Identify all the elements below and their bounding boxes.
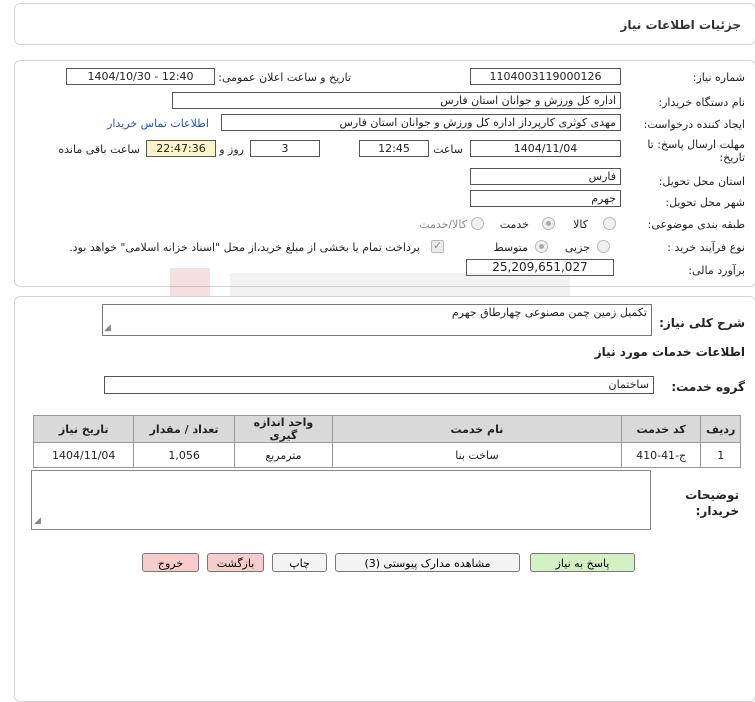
buyer-notes-label: توضیحات bbox=[685, 488, 739, 502]
creator-field: مهدی کوثری کارپرداز اداره کل ورزش و جوان… bbox=[221, 114, 621, 131]
cell-service-code: ج-41-410 bbox=[620, 442, 702, 468]
deadline-time-field: 12:45 bbox=[359, 140, 429, 157]
category-radio-service[interactable] bbox=[542, 217, 555, 230]
category-option-goods-service: کالا/خدمت bbox=[419, 218, 467, 231]
days-remaining-field: 3 bbox=[250, 140, 320, 157]
bottom-button-bar: پاسخ به نیاز مشاهده مدارک پیوستی (3) چاپ… bbox=[0, 546, 755, 576]
exit-button[interactable]: خروج bbox=[142, 553, 199, 572]
buyer-org-field: اداره کل ورزش و جوانان استان فارس bbox=[172, 92, 621, 109]
page-title: جزئیات اطلاعات نیاز bbox=[620, 18, 741, 32]
service-group-label: گروه خدمت: bbox=[671, 380, 745, 394]
reply-button[interactable]: پاسخ به نیاز bbox=[530, 553, 635, 572]
buyer-contact-link[interactable]: اطلاعات تماس خریدار bbox=[107, 117, 209, 130]
buyer-org-label: نام دستگاه خریدار: bbox=[658, 96, 745, 109]
notes-resize-grip-icon[interactable]: ◢ bbox=[34, 516, 41, 526]
days-label: روز و bbox=[219, 143, 244, 156]
category-label: طبقه بندی موضوعی: bbox=[647, 218, 745, 231]
services-section-title: اطلاعات خدمات مورد نیاز bbox=[594, 345, 745, 359]
city-label: شهر محل تحویل: bbox=[665, 196, 745, 209]
budget-label: برآورد مالی: bbox=[688, 264, 745, 277]
page-header: جزئیات اطلاعات نیاز bbox=[14, 3, 755, 45]
buyer-notes-field bbox=[31, 470, 651, 530]
table-row: 1 ج-41-410 ساخت بنا مترمربع 1,056 1404/1… bbox=[32, 442, 741, 468]
print-button[interactable]: چاپ bbox=[272, 553, 327, 572]
col-row: ردیف bbox=[700, 415, 741, 443]
col-service-name: نام خدمت bbox=[332, 415, 622, 443]
province-field: فارس bbox=[470, 168, 621, 185]
category-radio-goods[interactable] bbox=[603, 217, 616, 230]
description-label: شرح کلی نیاز: bbox=[659, 316, 745, 330]
remaining-time-field: 22:47:36 bbox=[146, 140, 216, 157]
deadline-time-label: ساعت bbox=[433, 143, 463, 156]
services-table: ردیف کد خدمت نام خدمت واحد اندازه گیری ت… bbox=[32, 415, 741, 468]
announce-label: تاریخ و ساعت اعلان عمومی: bbox=[218, 71, 351, 84]
city-field: جهرم bbox=[470, 190, 621, 207]
buyer-notes-label-2: خریدار: bbox=[695, 504, 739, 518]
deadline-label: مهلت ارسال پاسخ: تا bbox=[647, 138, 745, 151]
cell-quantity: 1,056 bbox=[133, 442, 235, 468]
cell-unit: مترمربع bbox=[233, 442, 334, 468]
deadline-label-date: تاریخ: bbox=[719, 151, 745, 164]
need-number-field: 1104003119000126 bbox=[470, 68, 621, 85]
col-service-code: کد خدمت bbox=[620, 415, 702, 443]
back-button[interactable]: بازگشت bbox=[207, 553, 264, 572]
description-field: تکمیل زمین چمن مصنوعی چهارطاق جهرم bbox=[102, 304, 652, 336]
col-quantity: تعداد / مقدار bbox=[133, 415, 235, 443]
col-need-date: تاریخ نیاز bbox=[32, 415, 135, 443]
services-table-header: ردیف کد خدمت نام خدمت واحد اندازه گیری ت… bbox=[32, 415, 741, 443]
cell-need-date: 1404/11/04 bbox=[32, 442, 135, 468]
cell-row: 1 bbox=[700, 442, 741, 468]
col-unit: واحد اندازه گیری bbox=[233, 415, 334, 443]
category-option-service: خدمت bbox=[499, 218, 529, 231]
process-label: نوع فرآیند خرید : bbox=[667, 241, 745, 254]
creator-label: ایجاد کننده درخواست: bbox=[643, 118, 745, 131]
announce-datetime-field: 1404/10/30 - 12:40 bbox=[66, 68, 215, 85]
process-radio-minor[interactable] bbox=[597, 240, 610, 253]
service-group-field: ساختمان bbox=[104, 376, 654, 394]
province-label: استان محل تحویل: bbox=[658, 175, 745, 188]
attachments-button[interactable]: مشاهده مدارک پیوستی (3) bbox=[335, 553, 520, 572]
deadline-date-field: 1404/11/04 bbox=[470, 140, 621, 157]
category-option-goods: کالا bbox=[573, 218, 588, 231]
need-number-label: شماره نیاز: bbox=[692, 71, 745, 84]
category-radio-goods-service[interactable] bbox=[471, 217, 484, 230]
remaining-time-label: ساعت باقی مانده bbox=[58, 143, 140, 156]
resize-grip-icon[interactable]: ◢ bbox=[104, 323, 111, 333]
cell-service-name: ساخت بنا bbox=[332, 442, 622, 468]
